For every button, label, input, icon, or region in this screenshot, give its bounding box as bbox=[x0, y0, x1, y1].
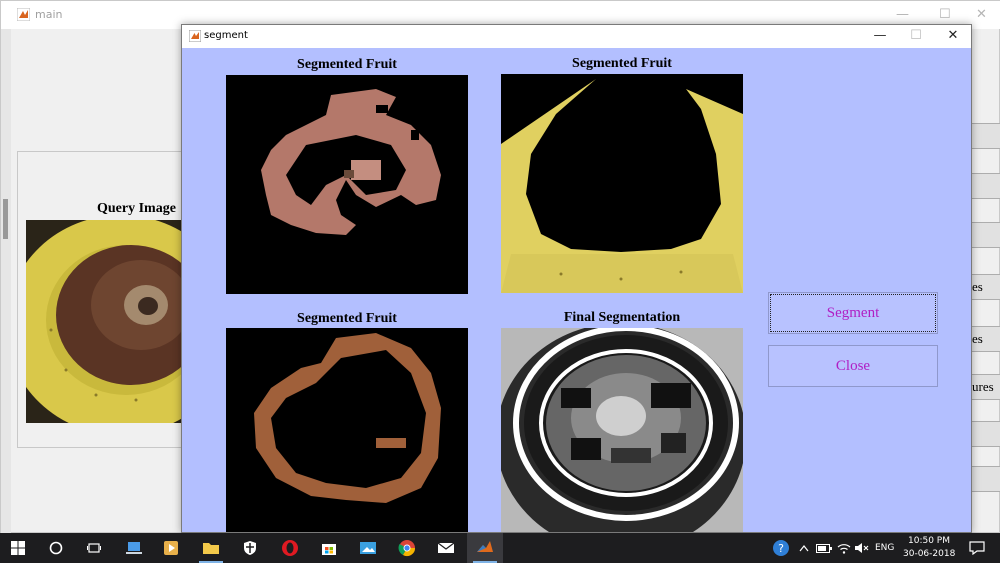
minimize-icon[interactable]: — bbox=[865, 28, 895, 43]
main-button-6[interactable]: ures bbox=[971, 374, 1000, 400]
main-left-scrollbar[interactable] bbox=[1, 29, 11, 534]
file-explorer-icon[interactable] bbox=[193, 533, 229, 563]
chevron-up-icon[interactable] bbox=[796, 533, 812, 563]
store-icon[interactable] bbox=[311, 533, 347, 563]
close-icon[interactable]: ✕ bbox=[976, 7, 987, 22]
chrome-icon[interactable] bbox=[389, 533, 425, 563]
axes-4-image bbox=[501, 328, 743, 532]
main-button-3[interactable] bbox=[971, 222, 1000, 248]
axes-4-title: Final Segmentation bbox=[563, 310, 681, 325]
segment-window-title: segment bbox=[204, 30, 248, 41]
maximize-icon[interactable]: ☐ bbox=[939, 7, 951, 22]
maximize-icon: ☐ bbox=[910, 28, 922, 43]
main-button-5[interactable]: es bbox=[971, 326, 1000, 352]
opera-icon[interactable] bbox=[272, 533, 308, 563]
media-player-icon[interactable] bbox=[153, 533, 189, 563]
axes-3-image bbox=[226, 328, 468, 532]
svg-text:?: ? bbox=[778, 542, 784, 555]
photos-icon[interactable] bbox=[350, 533, 386, 563]
main-button-7[interactable] bbox=[971, 421, 1000, 447]
axes-3-title: Segmented Fruit bbox=[297, 311, 397, 326]
main-window-title: main bbox=[35, 8, 63, 21]
matlab-app-icon bbox=[189, 30, 201, 42]
segment-button[interactable]: Segment bbox=[768, 292, 938, 334]
query-image-title: Query Image bbox=[97, 201, 176, 216]
laptop-icon[interactable] bbox=[116, 533, 152, 563]
battery-icon[interactable] bbox=[814, 533, 834, 563]
clock-time[interactable]: 10:50 PM bbox=[907, 536, 951, 546]
close-button[interactable]: Close bbox=[768, 345, 938, 387]
search-circle-icon[interactable] bbox=[38, 533, 74, 563]
windows-start-icon[interactable] bbox=[0, 533, 36, 563]
segment-window: segment — ☐ ✕ Segmented Fruit Segmented … bbox=[181, 24, 972, 533]
axes-1-title: Segmented Fruit bbox=[297, 57, 397, 72]
matlab-icon[interactable] bbox=[467, 533, 503, 563]
close-icon[interactable]: ✕ bbox=[938, 28, 968, 43]
axes-2-title: Segmented Fruit bbox=[572, 56, 672, 71]
axes-2-image bbox=[501, 74, 743, 293]
task-view-icon[interactable] bbox=[76, 533, 112, 563]
main-button-4[interactable]: es bbox=[971, 274, 1000, 300]
clock-date[interactable]: 30-06-2018 bbox=[903, 549, 955, 559]
wifi-icon[interactable] bbox=[834, 533, 854, 563]
notifications-icon[interactable] bbox=[962, 533, 992, 563]
matlab-app-icon bbox=[17, 8, 30, 21]
segment-titlebar: segment — ☐ ✕ bbox=[182, 25, 971, 48]
main-button-2[interactable] bbox=[971, 173, 1000, 199]
main-button-8[interactable] bbox=[971, 466, 1000, 492]
security-shield-icon[interactable] bbox=[232, 533, 268, 563]
volume-muted-icon[interactable] bbox=[852, 533, 872, 563]
taskbar: ? ENG 10:50 PM 30-06-2018 bbox=[0, 533, 1000, 563]
help-icon[interactable]: ? bbox=[766, 533, 796, 563]
query-image bbox=[26, 220, 186, 423]
mail-icon[interactable] bbox=[428, 533, 464, 563]
main-button-1[interactable] bbox=[971, 123, 1000, 149]
minimize-icon[interactable]: — bbox=[896, 7, 909, 22]
axes-1-image bbox=[226, 75, 468, 294]
language-indicator[interactable]: ENG bbox=[875, 543, 894, 553]
